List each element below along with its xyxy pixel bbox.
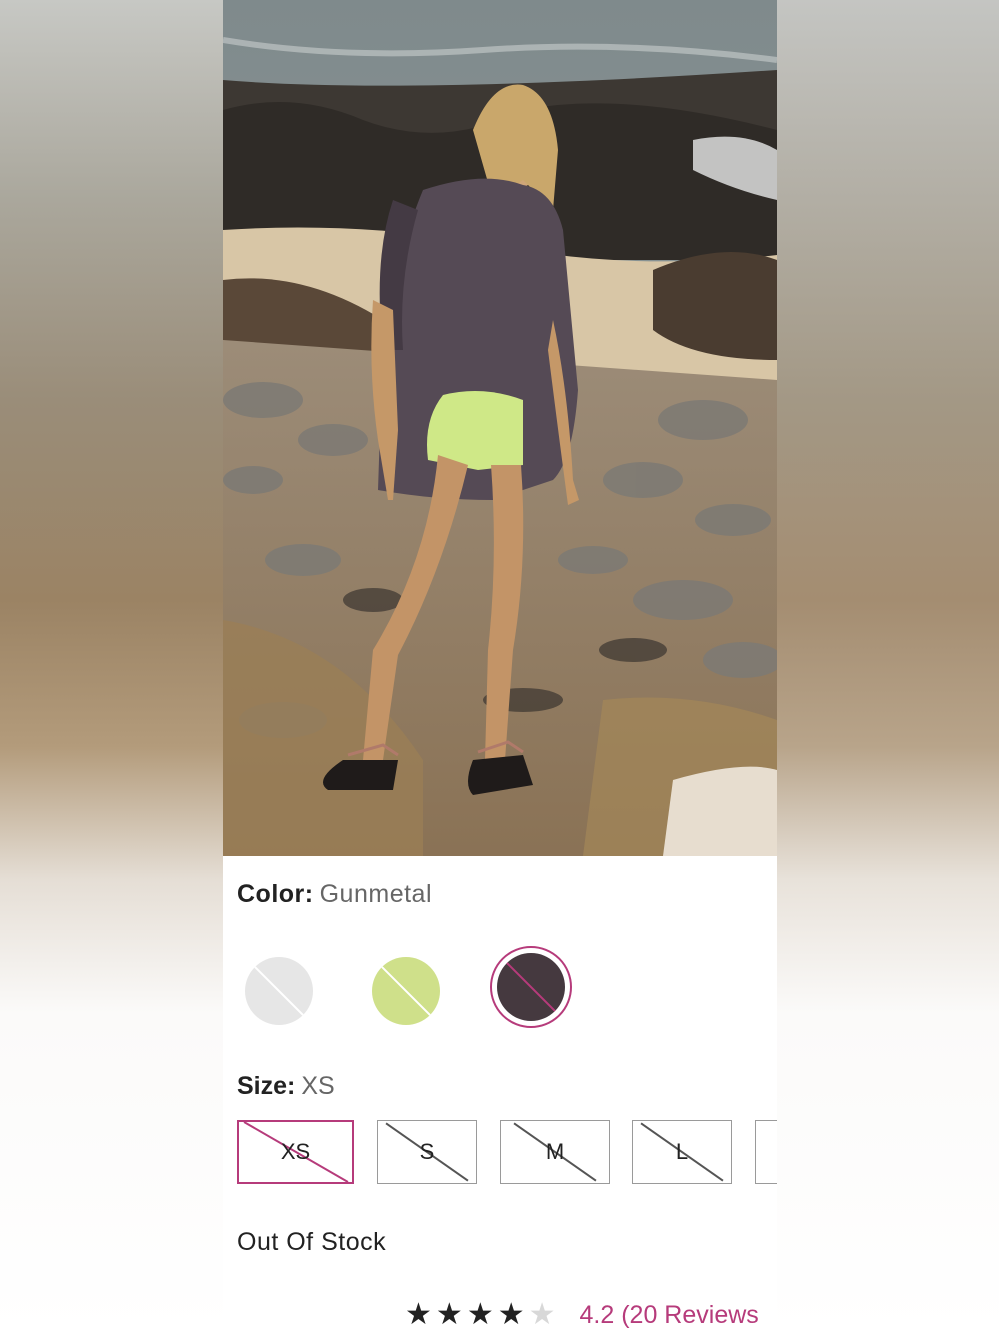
star-filled-icon: ★: [497, 1298, 525, 1331]
star-filled-icon: ★: [466, 1298, 494, 1331]
size-button-xs[interactable]: XS: [237, 1120, 354, 1184]
star-filled-icon: ★: [405, 1298, 432, 1331]
swatch-white[interactable]: [245, 957, 313, 1025]
size-button-m[interactable]: M: [500, 1120, 610, 1184]
size-option-label: M: [545, 1139, 565, 1164]
color-label: Color:: [237, 880, 314, 908]
star-filled-icon: ★: [435, 1298, 463, 1331]
swatch-lime[interactable]: [372, 957, 440, 1025]
reviews-link[interactable]: 4.2 (20 Reviews: [580, 1301, 759, 1330]
unavailable-slash: [502, 958, 560, 1016]
stock-status: Out Of Stock: [237, 1228, 387, 1256]
size-option-label: S: [419, 1139, 435, 1164]
size-selector-label: Size: XS: [237, 1072, 335, 1101]
size-button-s[interactable]: S: [377, 1120, 477, 1184]
size-value: XS: [301, 1072, 335, 1100]
size-option-label: XS: [280, 1139, 311, 1164]
size-label: Size:: [237, 1072, 296, 1100]
star-empty-icon: ★: [528, 1298, 556, 1331]
size-button-more[interactable]: [755, 1120, 777, 1184]
background-blur-right: [777, 0, 999, 1333]
size-button-l[interactable]: L: [632, 1120, 732, 1184]
color-selector-label: Color: Gunmetal: [237, 880, 432, 909]
size-option-label: L: [675, 1139, 689, 1164]
color-value: Gunmetal: [319, 880, 432, 908]
background-blur-left: [0, 0, 223, 1333]
unavailable-slash: [250, 962, 308, 1020]
product-page: Color: Gunmetal Size: XS XS S M L Out Of S…: [223, 0, 777, 1333]
unavailable-slash: [377, 962, 435, 1020]
product-image[interactable]: [223, 0, 777, 856]
swatch-gunmetal[interactable]: [497, 953, 565, 1021]
product-rating[interactable]: ★ ★ ★ ★ ★ 4.2 (20 Reviews: [405, 1300, 759, 1330]
